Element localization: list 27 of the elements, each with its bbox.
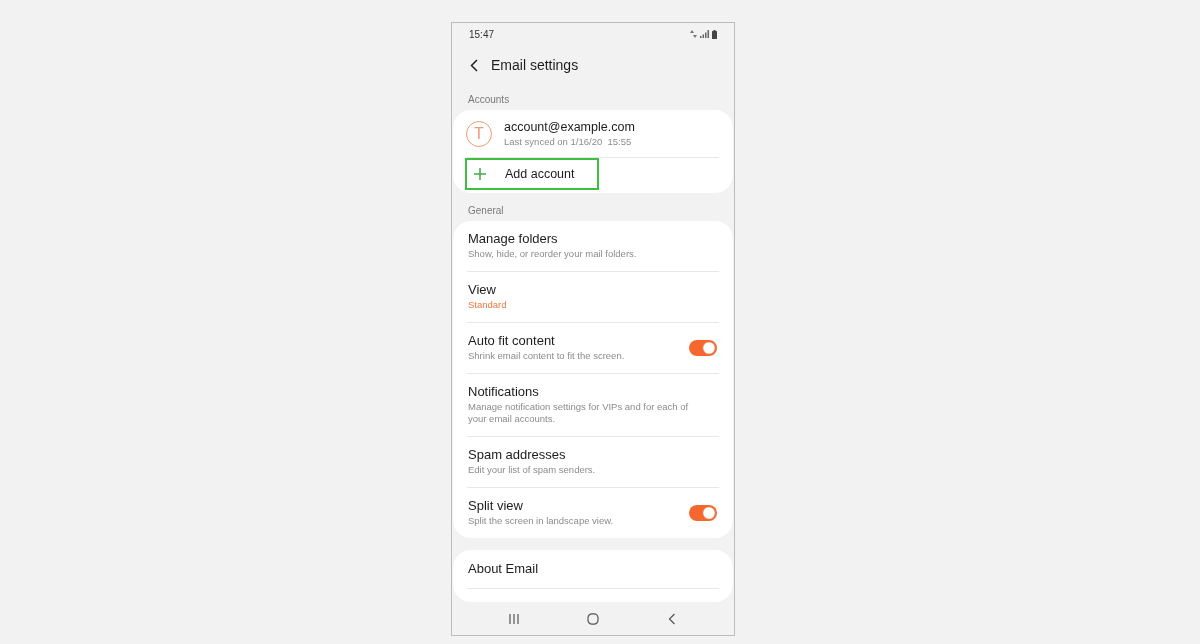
setting-title[interactable]: Spam addresses <box>468 447 596 463</box>
signal-icon <box>700 30 709 38</box>
account-email[interactable]: account@example.com <box>504 119 635 135</box>
setting-title[interactable]: Split view <box>468 498 614 514</box>
setting-value: Standard <box>468 299 507 311</box>
setting-description: Edit your list of spam senders. <box>468 464 596 476</box>
setting-title[interactable]: View <box>468 282 507 298</box>
setting-title[interactable]: About Email <box>468 561 539 577</box>
page-title: Email settings <box>491 57 579 73</box>
add-account-button[interactable]: Add account <box>465 158 599 190</box>
setting-description: Manage notification settings for VIPs and for each of your email accounts. <box>468 401 690 425</box>
setting-description: Show, hide, or reorder your mail folders. <box>468 248 637 260</box>
mobile-data-icon <box>690 30 697 38</box>
setting-description: Split the screen in landscape view. <box>468 515 614 527</box>
setting-title[interactable]: Manage folders <box>468 231 637 247</box>
setting-description: Shrink email content to fit the screen. <box>468 350 625 362</box>
sync-status: Last synced on 1/16/20 15:55 <box>504 136 633 148</box>
plus-icon <box>474 168 486 180</box>
toggle-switch[interactable] <box>689 339 717 356</box>
back-icon[interactable] <box>470 58 478 72</box>
status-time: 15:47 <box>469 28 495 40</box>
section-label: General <box>467 203 505 218</box>
toggle-switch[interactable] <box>689 504 717 521</box>
battery-icon <box>712 29 717 39</box>
setting-title[interactable]: Auto fit content <box>468 333 625 349</box>
section-label: Accounts <box>467 92 511 107</box>
setting-title[interactable]: Notifications <box>468 384 702 400</box>
